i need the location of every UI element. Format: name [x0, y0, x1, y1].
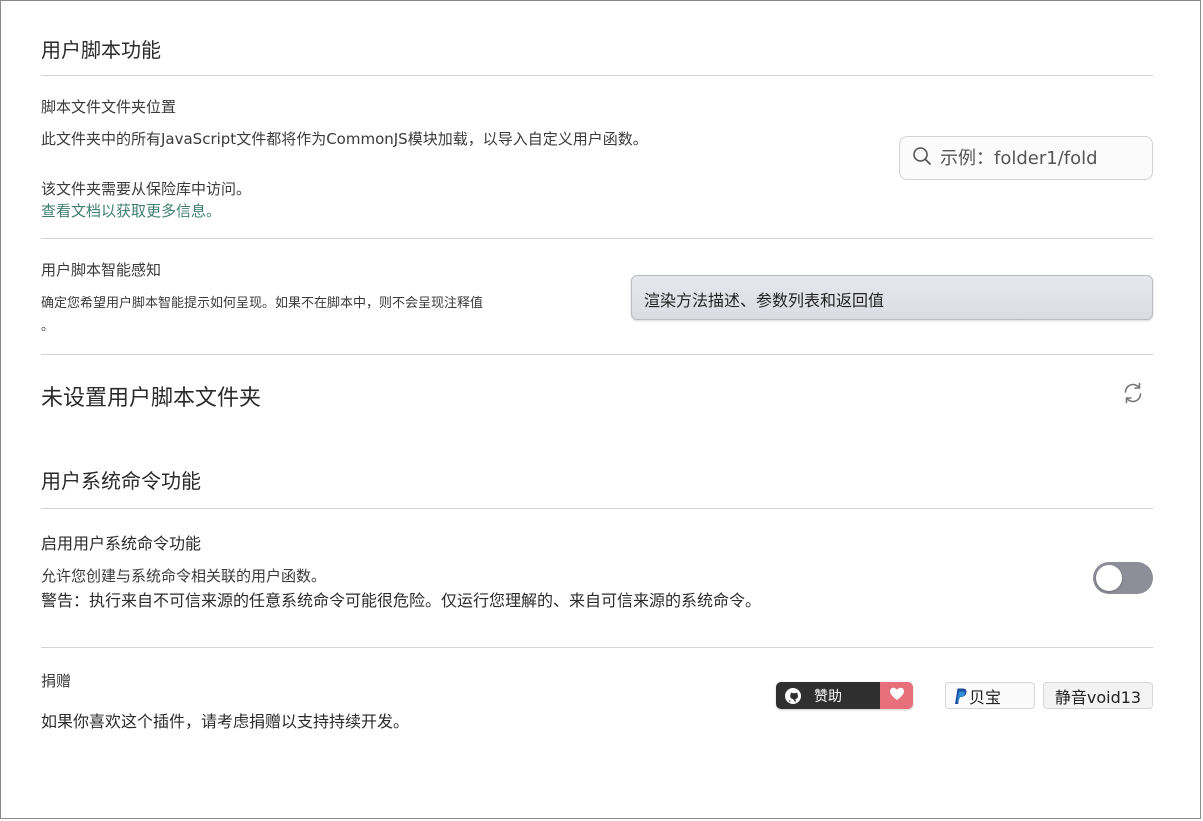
folder-path-input-wrapper[interactable] — [899, 136, 1153, 180]
no-folder-message: 未设置用户脚本文件夹 — [41, 386, 262, 411]
donate-description: 如果你喜欢这个插件，请考虑捐赠以支持持续开发。 — [41, 712, 410, 731]
docs-link[interactable]: 查看文档以获取更多信息。 — [41, 200, 221, 221]
toggle-knob — [1096, 565, 1122, 591]
intellisense-setting-description: 确定您希望用户脚本智能提示如何呈现。如果不在脚本中，则不会呈现注释值 — [41, 296, 484, 311]
sponsor-heart-area — [880, 682, 913, 709]
folder-path-input[interactable] — [940, 147, 1140, 169]
divider — [41, 75, 1153, 76]
search-icon — [912, 146, 932, 170]
paypal-label: 贝宝 — [969, 687, 1002, 707]
divider — [41, 238, 1153, 239]
userscripts-section-heading: 用户脚本功能 — [41, 38, 161, 62]
syscmd-enable-label: 启用用户系统命令功能 — [41, 534, 202, 553]
intellisense-setting-description-tail: 。 — [41, 319, 55, 334]
folder-setting-description: 此文件夹中的所有JavaScript文件都将作为CommonJS模块加载，以导入… — [41, 130, 648, 148]
heart-icon — [889, 686, 905, 706]
intellisense-setting-label: 用户脚本智能感知 — [41, 261, 162, 279]
buy-coffee-button[interactable]: 静音void13 — [1043, 682, 1153, 709]
syscmd-section-heading: 用户系统命令功能 — [41, 469, 201, 493]
github-icon — [784, 687, 802, 705]
donate-label: 捐赠 — [41, 672, 72, 690]
refresh-icon[interactable] — [1121, 381, 1145, 409]
syscmd-toggle[interactable] — [1093, 562, 1153, 594]
paypal-icon — [952, 687, 968, 705]
syscmd-enable-description: 允许您创建与系统命令相关联的用户函数。 — [41, 567, 327, 585]
folder-setting-note: 该文件夹需要从保险库中访问。 — [41, 180, 252, 198]
divider — [41, 508, 1153, 509]
sponsor-label: 赞助 — [814, 688, 842, 705]
divider — [41, 354, 1153, 355]
divider — [41, 647, 1153, 648]
syscmd-warning: 警告：执行来自不可信来源的任意系统命令可能很危险。仅运行您理解的、来自可信来源的… — [41, 591, 762, 610]
settings-panel: 用户脚本功能 脚本文件文件夹位置 此文件夹中的所有JavaScript文件都将作… — [0, 0, 1201, 819]
folder-setting-label: 脚本文件文件夹位置 — [41, 98, 177, 116]
intellisense-select[interactable]: 渲染方法描述、参数列表和返回值 — [631, 275, 1153, 320]
paypal-button[interactable]: 贝宝 — [945, 682, 1035, 709]
sponsor-left: 赞助 — [776, 682, 880, 709]
github-sponsor-button[interactable]: 赞助 — [776, 682, 913, 709]
